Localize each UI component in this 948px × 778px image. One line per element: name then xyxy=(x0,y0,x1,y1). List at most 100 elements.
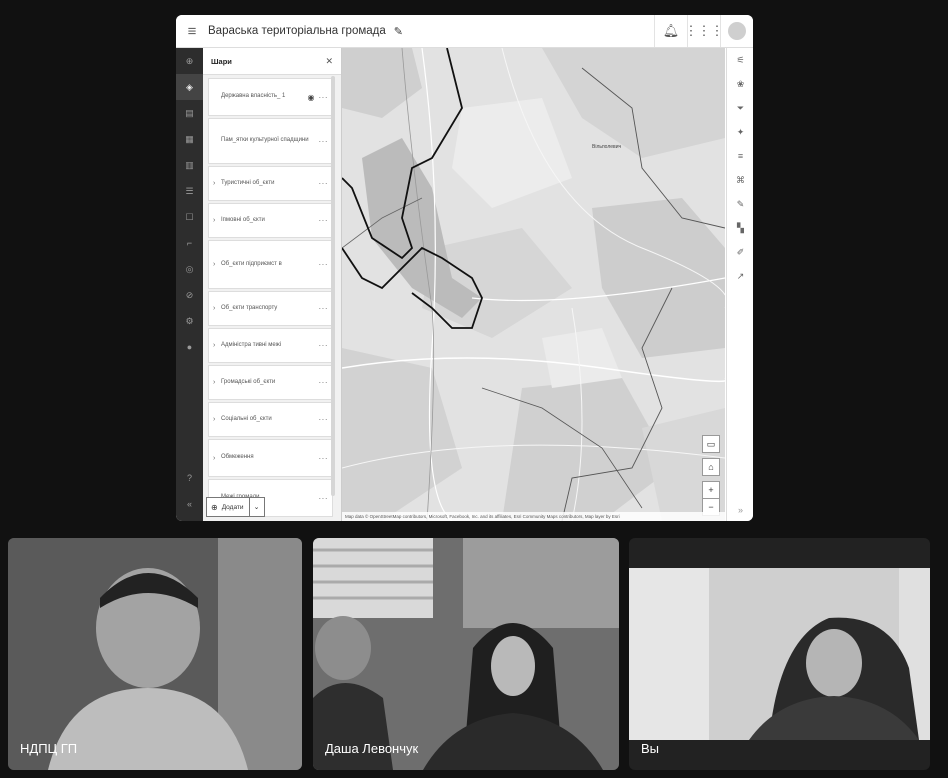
layers-panel-title: Шари xyxy=(211,56,232,66)
expand-icon[interactable]: › xyxy=(213,217,221,224)
participant-name: НДПЦ ГП xyxy=(20,741,78,756)
more-options-icon[interactable]: ··· xyxy=(319,179,329,188)
participant-video xyxy=(629,568,930,740)
eye-icon[interactable]: ◉ xyxy=(308,93,315,102)
aggregation-icon[interactable]: ▚ xyxy=(727,216,753,240)
avatar[interactable] xyxy=(720,15,753,47)
add-data-icon[interactable]: ⊕ xyxy=(176,48,203,74)
more-options-icon[interactable]: ··· xyxy=(319,454,329,463)
measure-icon[interactable]: ↗ xyxy=(727,264,753,288)
layer-item[interactable]: › Туристичні об_єкти ··· xyxy=(208,166,333,201)
more-options-icon[interactable]: ··· xyxy=(319,216,329,225)
expand-icon[interactable]: › xyxy=(213,379,221,386)
layer-item[interactable]: › Об_єкти підприємст в ··· xyxy=(208,240,333,289)
more-options-icon[interactable]: ··· xyxy=(319,415,329,424)
more-options-icon[interactable]: ··· xyxy=(319,137,329,146)
layer-item[interactable]: › Адміністра тивні межі ··· xyxy=(208,328,333,363)
layer-item[interactable]: › Соціальні об_єкти ··· xyxy=(208,402,333,437)
legend-icon[interactable]: ☰ xyxy=(176,178,203,204)
more-options-icon[interactable]: ··· xyxy=(319,93,329,102)
link-icon[interactable]: ⊘ xyxy=(176,282,203,308)
map-attribution: Map data © OpenStreetMap contributors, M… xyxy=(342,512,725,521)
layer-list: Державна власність_ 1 ◉ ··· Пам_ятки кул… xyxy=(203,75,341,517)
pencil-icon[interactable]: ✎ xyxy=(394,25,403,38)
layer-item[interactable]: › Іпмовні об_єкти ··· xyxy=(208,203,333,238)
layer-label: Обмеження xyxy=(221,454,254,461)
bookmarks-icon[interactable]: ☐ xyxy=(176,204,203,230)
layer-item[interactable]: › Громадські об_єкти ··· xyxy=(208,365,333,400)
expand-icon[interactable]: › xyxy=(213,455,221,462)
participant-tile[interactable]: Даша Левончук xyxy=(313,538,619,770)
layer-item[interactable]: Пам_ятки культурної спадщини ··· xyxy=(208,118,333,164)
table-icon[interactable]: ▤ xyxy=(176,100,203,126)
layer-label: Адміністра тивні межі xyxy=(221,341,282,348)
panel-scrollbar[interactable] xyxy=(331,76,335,496)
layer-label: Громадські об_єкти xyxy=(221,378,276,385)
layer-label: Іпмовні об_єкти xyxy=(221,216,265,223)
participant-video xyxy=(8,538,302,770)
layers-icon[interactable]: ◈ xyxy=(176,74,203,100)
more-options-icon[interactable]: ··· xyxy=(319,304,329,313)
map-view[interactable]: Вільполевич ▭ ⌂ + − Map data © OpenStree… xyxy=(342,48,725,521)
participant-tile[interactable]: Вы xyxy=(629,538,930,770)
zoom-in-button[interactable]: + xyxy=(702,481,720,499)
expand-icon[interactable]: › xyxy=(213,416,221,423)
bell-icon[interactable]: 🔔︎ xyxy=(654,15,687,47)
edit-icon[interactable]: ✐ xyxy=(727,240,753,264)
layer-label: Соціальні об_єкти xyxy=(221,415,272,422)
hamburger-icon[interactable]: ≡ xyxy=(176,15,208,47)
chevron-down-icon[interactable]: ⌄ xyxy=(248,498,264,516)
expand-icon[interactable]: › xyxy=(213,180,221,187)
layer-label: Пам_ятки культурної спадщини xyxy=(221,137,309,144)
add-layer-icon: ⊕ xyxy=(211,502,218,512)
participant-tile[interactable]: НДПЦ ГП xyxy=(8,538,302,770)
more-options-icon[interactable]: ··· xyxy=(319,494,329,503)
layer-label: Туристичні об_єкти xyxy=(221,179,275,186)
more-options-icon[interactable]: ··· xyxy=(319,378,329,387)
right-toolbar: ⚟ ❀ ⏷ ✦ ≡ ⌘ ✎ ▚ ✐ ↗ » xyxy=(726,48,753,521)
expand-icon[interactable]: › xyxy=(213,305,221,312)
home-icon[interactable]: ⌂ xyxy=(702,458,720,476)
avatar-icon xyxy=(728,22,746,40)
help-icon[interactable]: ? xyxy=(176,465,203,491)
participant-name: Вы xyxy=(641,741,660,756)
configure-popup-icon[interactable]: ≡ xyxy=(727,144,753,168)
participant-name: Даша Левончук xyxy=(325,741,419,756)
add-layer-label: Додати xyxy=(221,503,244,511)
map-canvas xyxy=(342,48,725,521)
screen-icon[interactable]: ▭ xyxy=(702,435,720,453)
info-icon[interactable]: ● xyxy=(176,334,203,360)
layer-item[interactable]: › Обмеження ··· xyxy=(208,439,333,477)
layer-item[interactable]: Державна власність_ 1 ◉ ··· xyxy=(208,78,333,116)
close-icon[interactable]: ✕ xyxy=(325,56,333,67)
expand-icon[interactable]: › xyxy=(213,342,221,349)
layer-label: Державна власність_ 1 xyxy=(221,93,286,100)
styles-icon[interactable]: ❀ xyxy=(727,72,753,96)
page-title: Вараська територіальна громада xyxy=(208,25,386,37)
shared-screen-window: ≡ Вараська територіальна громада ✎ 🔔︎ ⋮⋮… xyxy=(176,15,753,521)
labels-icon[interactable]: ✎ xyxy=(727,192,753,216)
participant-video xyxy=(313,538,619,770)
grid-icon[interactable]: ⋮⋮⋮ xyxy=(685,15,724,47)
bar-chart-icon[interactable]: ▥ xyxy=(176,152,203,178)
fields-icon[interactable]: ⌘ xyxy=(727,168,753,192)
properties-icon[interactable]: ⚟ xyxy=(727,48,753,72)
layers-panel: Шари ✕ Державна власність_ 1 ◉ ··· Пам_я… xyxy=(203,48,342,521)
layer-label: Об_єкти підприємст в xyxy=(221,260,282,267)
collapse-icon[interactable]: « xyxy=(176,491,203,517)
settings-icon[interactable]: ⚙ xyxy=(176,308,203,334)
basemap-icon[interactable]: ◎ xyxy=(176,256,203,282)
charts-icon[interactable]: ▦ xyxy=(176,126,203,152)
layer-item[interactable]: › Об_єкти транспорту ··· xyxy=(208,291,333,326)
expand-icon[interactable]: » xyxy=(727,505,753,515)
left-toolbar: ⊕ ◈ ▤ ▦ ▥ ☰ ☐ ⌐ ◎ ⊘ ⚙ ● ? « xyxy=(176,48,203,521)
more-options-icon[interactable]: ··· xyxy=(319,341,329,350)
effects-icon[interactable]: ✦ xyxy=(727,120,753,144)
expand-icon[interactable]: › xyxy=(213,261,221,268)
sketch-icon[interactable]: ⌐ xyxy=(176,230,203,256)
filter-icon[interactable]: ⏷ xyxy=(727,96,753,120)
app-header: ≡ Вараська територіальна громада ✎ 🔔︎ ⋮⋮… xyxy=(176,15,753,48)
layer-label: Об_єкти транспорту xyxy=(221,304,278,311)
add-layer-button[interactable]: ⊕ Додати ⌄ xyxy=(206,497,265,517)
more-options-icon[interactable]: ··· xyxy=(319,260,329,269)
